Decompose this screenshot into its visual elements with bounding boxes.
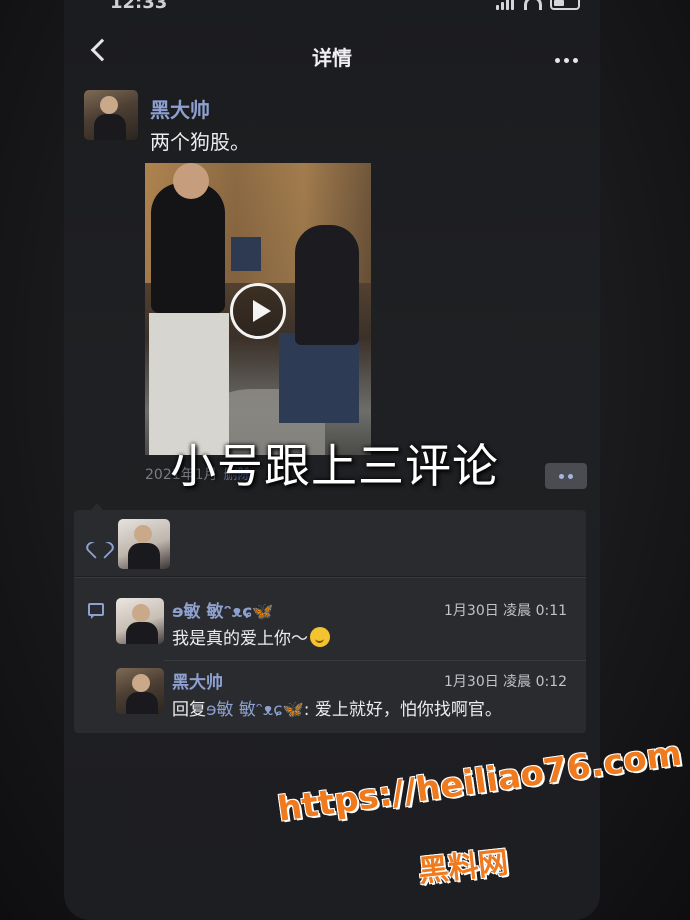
nav-header: 详情 (64, 28, 600, 84)
page-title: 详情 (312, 46, 352, 70)
status-time: 12:33 (110, 0, 168, 13)
smiley-emoji-icon (310, 627, 330, 647)
comment-text[interactable]: 我是真的爱上你～ (172, 624, 330, 649)
comment-divider (164, 660, 586, 661)
watermark-name: 黑料网 (416, 845, 510, 890)
post-actions-button[interactable] (545, 463, 587, 489)
post-author-avatar[interactable] (84, 90, 138, 140)
post-text: 两个狗股。 (150, 130, 250, 154)
liker-avatar[interactable] (118, 519, 170, 569)
play-icon[interactable] (230, 283, 286, 339)
heart-icon (90, 534, 106, 550)
post-author-name[interactable]: 黑大帅 (150, 94, 210, 123)
comment-time: 1月30日 凌晨 0:11 (444, 603, 568, 619)
battery-icon (550, 0, 580, 10)
comment-author[interactable]: 黑大帅 (172, 668, 223, 693)
comment-avatar[interactable] (116, 598, 164, 644)
status-bar: 12:33 (64, 0, 600, 22)
comment-time: 1月30日 凌晨 0:12 (444, 674, 568, 690)
wifi-icon (524, 0, 542, 10)
signal-icon (496, 0, 516, 10)
status-icons (496, 0, 580, 10)
comment-author[interactable]: ɘ敏 敏ᵔᴥɕ🦋 (172, 597, 273, 622)
comment-icon (88, 603, 104, 619)
overlay-caption: 小号跟上三评论 (170, 439, 499, 493)
more-options-icon[interactable] (555, 58, 578, 63)
comment-avatar[interactable] (116, 668, 164, 714)
comment-text[interactable]: 回复ɘ敏 敏ᵔᴥɕ🦋: 爱上就好，怕你找啊官。 (172, 695, 502, 720)
